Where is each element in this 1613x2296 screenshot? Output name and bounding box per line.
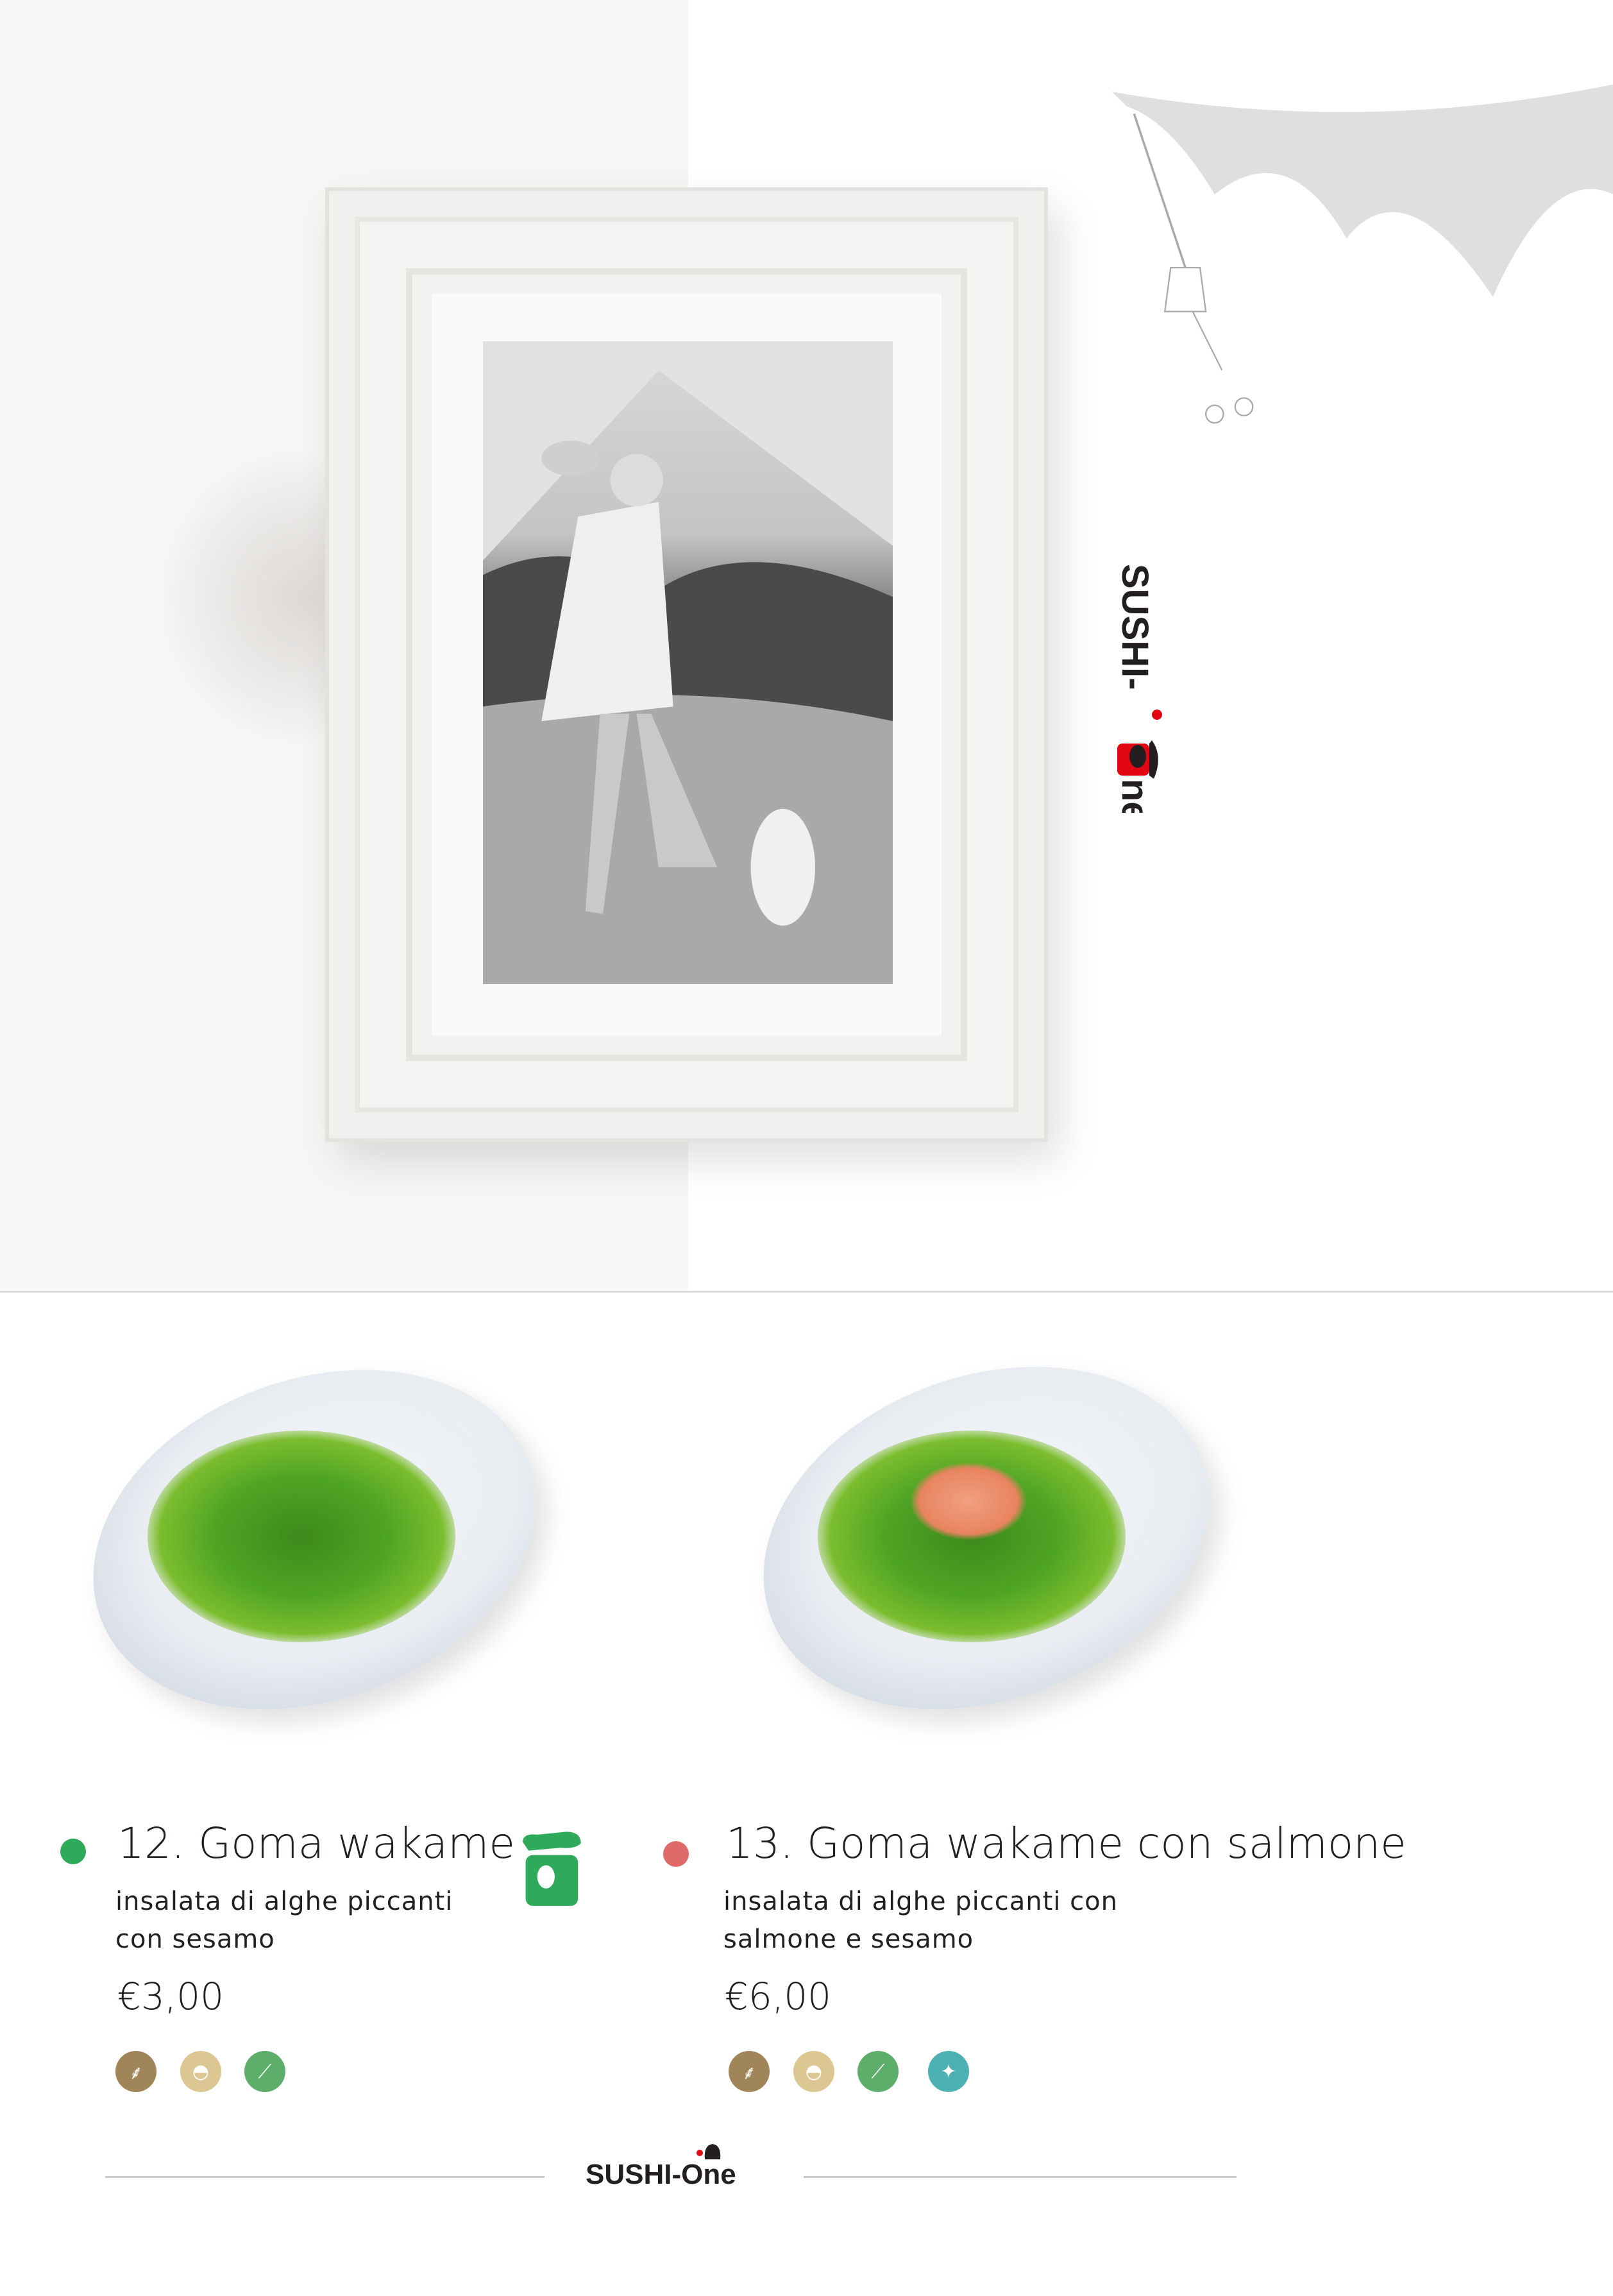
gluten-wheat-icon: ⸙ bbox=[729, 2051, 770, 2092]
item-12-price: €3,00 bbox=[117, 1975, 224, 2018]
sushi-one-logo-vertical: SUSHI- ne bbox=[1114, 564, 1162, 813]
chef-recommended-icon bbox=[523, 1832, 581, 1906]
footer-rule-right bbox=[804, 2176, 1237, 2178]
wakame-salad-photo bbox=[148, 1431, 455, 1642]
soy-icon: ⟋ bbox=[857, 2051, 899, 2092]
svg-text:SUSHI-: SUSHI- bbox=[1114, 564, 1156, 690]
item-13-price: €6,00 bbox=[725, 1975, 832, 2018]
item-13-description-line1: insalata di alghe piccanti con bbox=[723, 1887, 1118, 1916]
svg-text:ne: ne bbox=[1114, 779, 1156, 813]
soy-icon: ⟋ bbox=[244, 2051, 285, 2092]
bunting-bells-decoration bbox=[1112, 84, 1613, 424]
vintage-photo bbox=[483, 341, 893, 984]
rice-icon: ◓ bbox=[180, 2051, 221, 2092]
fish-icon: ✦ bbox=[928, 2051, 969, 2092]
item-12-description-line1: insalata di alghe piccanti bbox=[115, 1887, 453, 1916]
item-13-description-line2: salmone e sesamo bbox=[723, 1925, 974, 1954]
rice-icon: ◓ bbox=[793, 2051, 834, 2092]
item-13-color-dot bbox=[663, 1841, 689, 1867]
section-divider bbox=[0, 1291, 1613, 1293]
item-12-color-dot bbox=[60, 1839, 86, 1864]
item-12-title: 12. Goma wakame bbox=[117, 1819, 516, 1868]
item-12-description-line2: con sesamo bbox=[115, 1925, 275, 1954]
item-13-title: 13. Goma wakame con salmone bbox=[726, 1819, 1406, 1868]
sushi-one-logo-footer: SUSHI-One bbox=[586, 2159, 736, 2190]
gluten-wheat-icon: ⸙ bbox=[115, 2051, 156, 2092]
salmon-topping bbox=[911, 1463, 1026, 1540]
footer-rule-left bbox=[105, 2176, 545, 2178]
